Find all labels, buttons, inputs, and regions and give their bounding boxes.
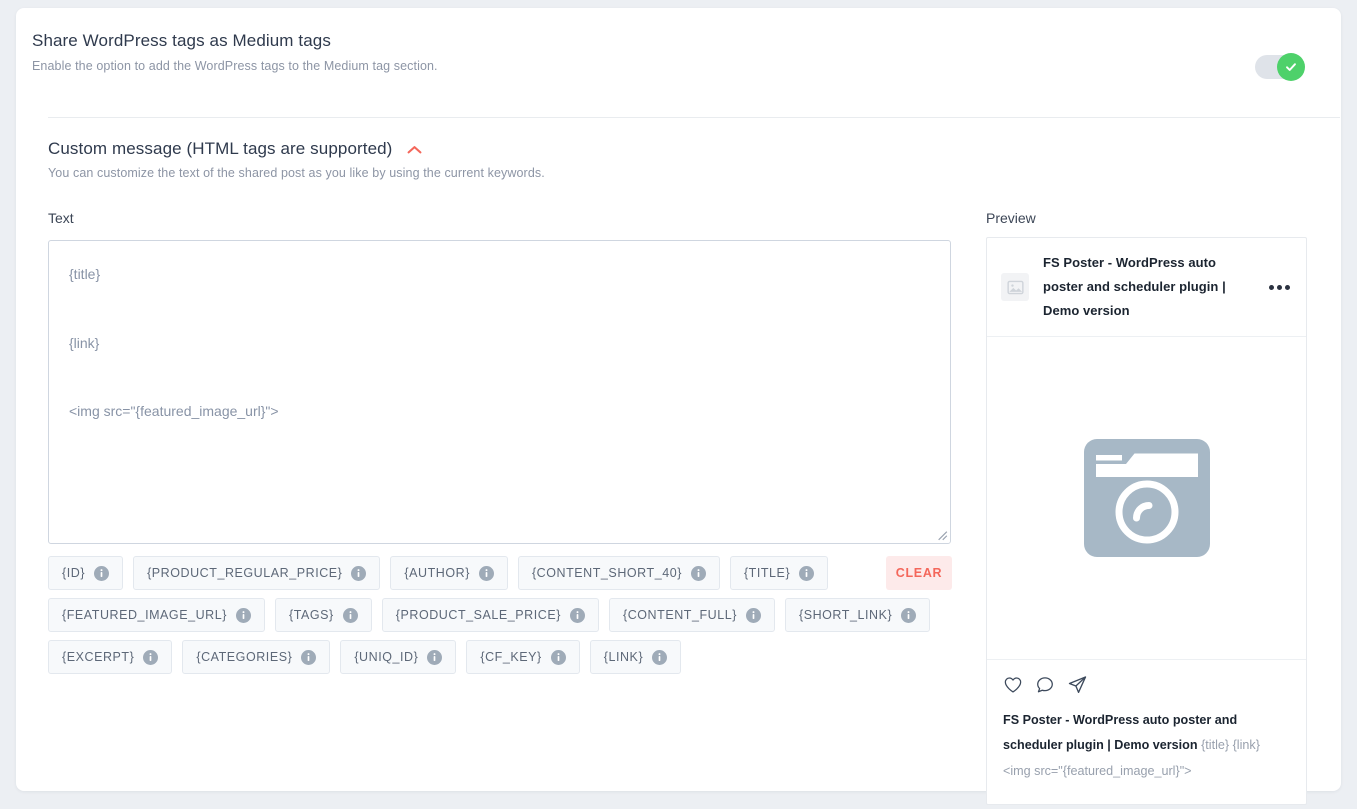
info-icon[interactable]	[351, 565, 367, 581]
preview-card-header: FS Poster - WordPress auto poster and sc…	[987, 238, 1306, 338]
send-icon[interactable]	[1067, 674, 1088, 700]
keyword-chip[interactable]: {UNIQ_ID}	[340, 640, 457, 674]
info-icon[interactable]	[901, 607, 917, 623]
keyword-chip[interactable]: {TITLE}	[729, 556, 829, 590]
custom-message-subtitle: You can customize the text of the shared…	[48, 166, 545, 180]
custom-message-header: Custom message (HTML tags are supported)	[48, 139, 422, 159]
preview-caption: FS Poster - WordPress auto poster and sc…	[987, 706, 1306, 804]
keyword-chip[interactable]: {PRODUCT_SALE_PRICE}	[381, 598, 599, 632]
keyword-chip-label: {LINK}	[603, 650, 644, 664]
share-tags-section: Share WordPress tags as Medium tags Enab…	[32, 31, 1325, 115]
keyword-chip[interactable]: {EXCERPT}	[48, 640, 173, 674]
keyword-chip[interactable]: {CATEGORIES}	[182, 640, 331, 674]
keyword-chip[interactable]: {TAGS}	[274, 598, 372, 632]
custom-message-textarea[interactable]	[49, 241, 950, 543]
section-divider	[48, 117, 1340, 118]
keyword-chip-label: {PRODUCT_REGULAR_PRICE}	[147, 566, 343, 580]
keyword-chip[interactable]: {CF_KEY}	[466, 640, 580, 674]
keyword-chip[interactable]: {LINK}	[589, 640, 682, 674]
keyword-chip-label: {CONTENT_FULL}	[622, 608, 737, 622]
share-tags-toggle[interactable]	[1255, 53, 1305, 81]
keyword-chip-label: {CATEGORIES}	[196, 650, 293, 664]
info-icon[interactable]	[301, 649, 317, 665]
preview-account-name: FS Poster - WordPress auto poster and sc…	[1043, 255, 1226, 319]
keyword-chip[interactable]: {ID}	[48, 556, 124, 590]
info-icon[interactable]	[143, 649, 159, 665]
page-root: Share WordPress tags as Medium tags Enab…	[0, 0, 1357, 809]
keyword-chip[interactable]: {CONTENT_FULL}	[608, 598, 775, 632]
keyword-chip-label: {SHORT_LINK}	[798, 608, 893, 622]
keyword-chip-label: {AUTHOR}	[404, 566, 470, 580]
preview-card: FS Poster - WordPress auto poster and sc…	[986, 237, 1307, 805]
check-icon	[1286, 63, 1296, 71]
keyword-chip-label: {EXCERPT}	[62, 650, 135, 664]
share-tags-title: Share WordPress tags as Medium tags	[32, 31, 331, 50]
share-tags-subtitle: Enable the option to add the WordPress t…	[32, 59, 438, 73]
broken-image-icon	[1001, 273, 1029, 302]
info-icon[interactable]	[94, 565, 110, 581]
toggle-knob	[1277, 53, 1305, 81]
info-icon[interactable]	[235, 607, 251, 623]
keyword-chip[interactable]: {CONTENT_SHORT_40}	[517, 556, 720, 590]
info-icon[interactable]	[478, 565, 494, 581]
custom-message-title: Custom message (HTML tags are supported)	[48, 139, 393, 158]
preview-label: Preview	[986, 210, 1036, 226]
custom-message-textarea-wrapper	[48, 240, 951, 544]
keyword-chip-label: {TAGS}	[288, 608, 334, 622]
info-icon[interactable]	[569, 607, 585, 623]
info-icon[interactable]	[342, 607, 358, 623]
keyword-chip-list: {ID} {PRODUCT_REGULAR_PRICE} {AUTHOR} {CONT…	[48, 556, 951, 674]
info-icon[interactable]	[690, 565, 706, 581]
info-icon[interactable]	[550, 649, 566, 665]
keyword-chip-label: {FEATURED_IMAGE_URL}	[62, 608, 227, 622]
keyword-chip[interactable]: {PRODUCT_REGULAR_PRICE}	[133, 556, 381, 590]
more-options-icon[interactable]	[1269, 284, 1292, 290]
preview-media-area	[987, 337, 1306, 661]
text-field-label: Text	[48, 210, 74, 226]
keyword-chip-label: {PRODUCT_SALE_PRICE}	[395, 608, 561, 622]
keyword-chip[interactable]: {FEATURED_IMAGE_URL}	[48, 598, 265, 632]
keyword-chip-label: {CONTENT_SHORT_40}	[531, 566, 682, 580]
keyword-chip[interactable]: {AUTHOR}	[390, 556, 508, 590]
keyword-chip-label: {TITLE}	[743, 566, 791, 580]
clear-button[interactable]: CLEAR	[886, 556, 952, 590]
comment-icon[interactable]	[1035, 675, 1055, 700]
settings-card: Share WordPress tags as Medium tags Enab…	[16, 8, 1341, 805]
info-icon[interactable]	[427, 649, 443, 665]
keyword-chip-label: {UNIQ_ID}	[354, 650, 419, 664]
chevron-up-icon[interactable]	[406, 142, 422, 158]
keyword-chip-label: {CF_KEY}	[480, 650, 542, 664]
info-icon[interactable]	[799, 565, 815, 581]
keyword-chip-label: {ID}	[62, 566, 86, 580]
keyword-chip[interactable]: {SHORT_LINK}	[784, 598, 931, 632]
camera-placeholder-icon	[1083, 439, 1210, 558]
preview-action-bar	[987, 660, 1306, 706]
heart-icon[interactable]	[1003, 675, 1023, 700]
info-icon[interactable]	[652, 649, 668, 665]
info-icon[interactable]	[745, 607, 761, 623]
